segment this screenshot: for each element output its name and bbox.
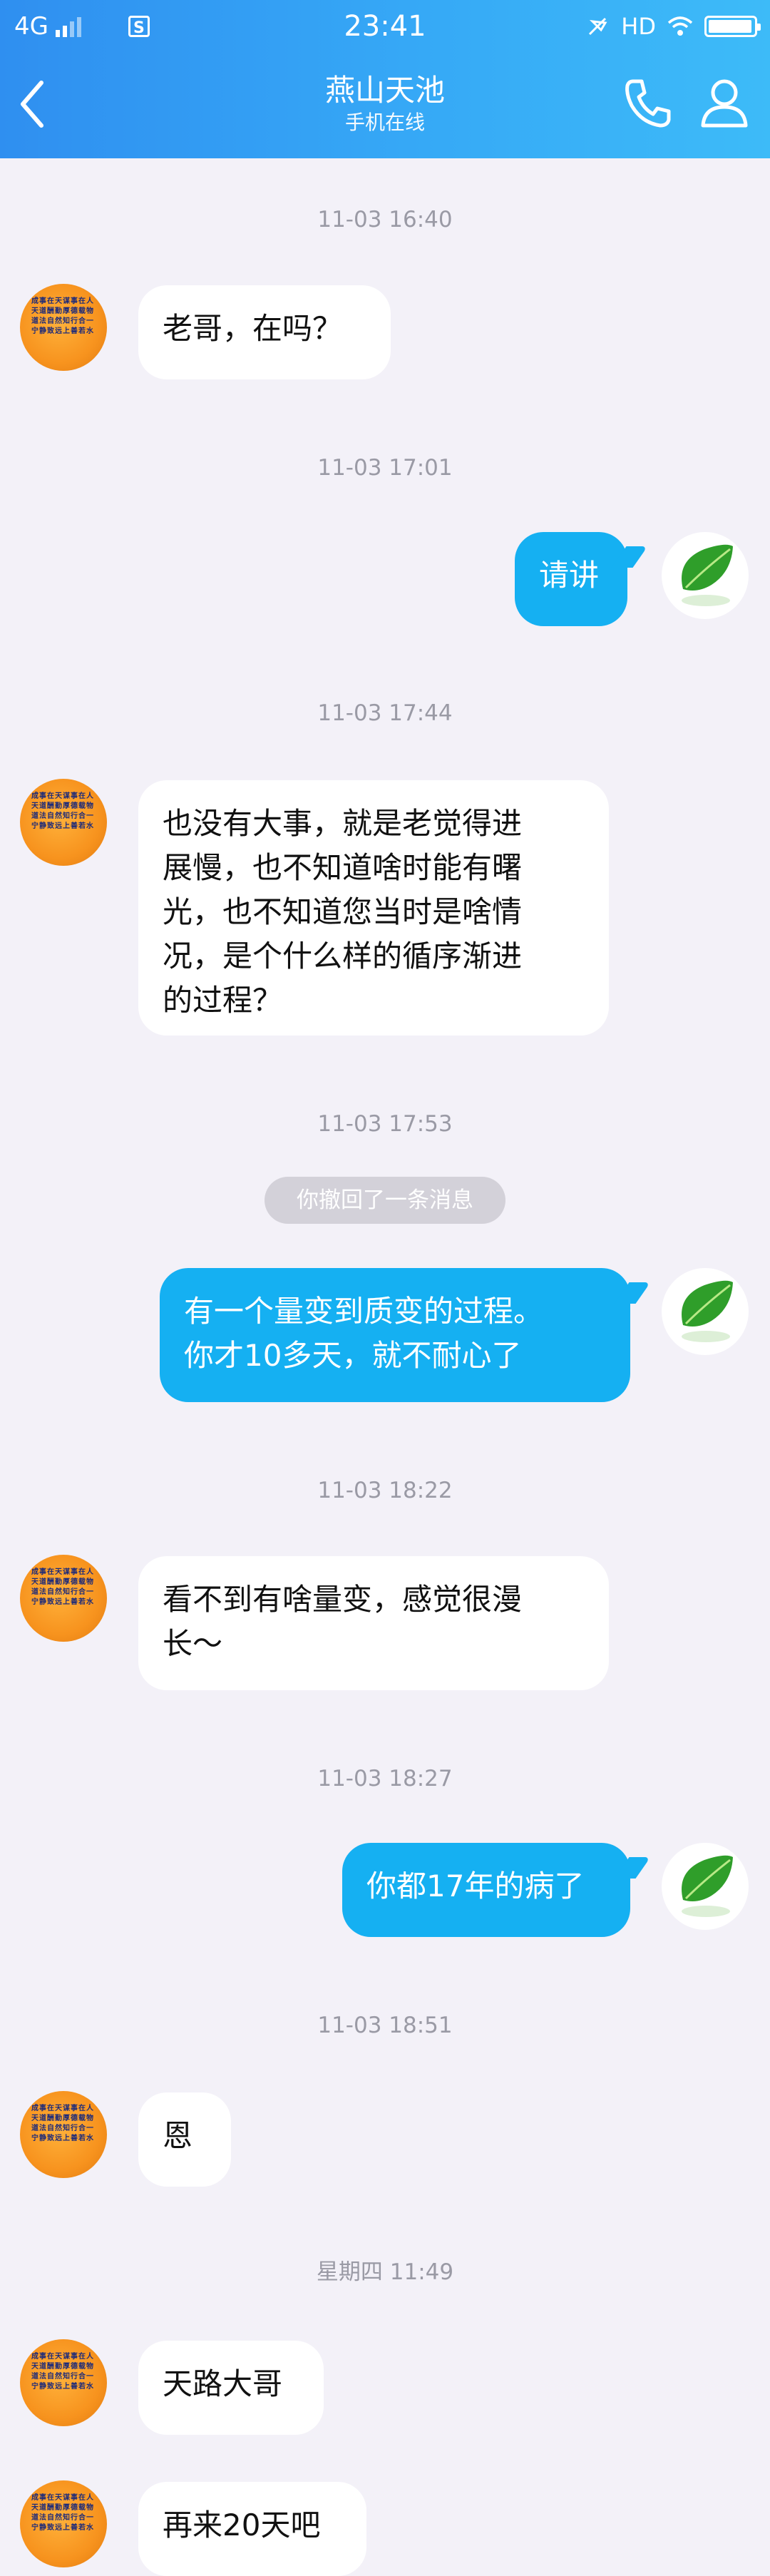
person-icon[interactable] (697, 74, 751, 131)
message-line: 你才10多天，就不耐心了 (184, 1338, 522, 1373)
leaf-icon (682, 1855, 733, 1917)
message-line: 展慢，也不知道啥时能有曙 (163, 850, 523, 885)
message-text: 恩 (163, 2118, 193, 2153)
silent-icon (589, 17, 607, 36)
message-bubble-incoming[interactable]: 再来20天吧 (138, 2482, 366, 2576)
message-bubble-outgoing[interactable]: 你都17年的病了 (342, 1843, 630, 1937)
recall-notice: 你撤回了一条消息 (265, 1177, 505, 1224)
message-line: 看不到有啥量变，感觉很漫 (163, 1582, 523, 1617)
hd-label: HD (621, 13, 656, 40)
message-line: 况，是个什么样的循序渐进 (163, 939, 523, 973)
chat-header: 4G S 23:41 HD 燕山天池 手机在线 (0, 0, 770, 158)
message-text: 老哥，在吗？ (163, 311, 343, 346)
status-bar: 4G S 23:41 HD (0, 0, 770, 53)
leaf-icon (682, 544, 733, 606)
message-text: 天路大哥 (163, 2366, 283, 2401)
message-timestamp: 11-03 17:53 (317, 1111, 453, 1137)
message-text: 你都17年的病了 (366, 1869, 585, 1903)
message-bubble-incoming[interactable]: 老哥，在吗？ (138, 285, 391, 379)
message-bubble-incoming[interactable]: 天路大哥 (138, 2341, 324, 2435)
contact-avatar[interactable]: 成事在天谋事在人天道酬勤厚德载物道法自然知行合一宁静致远上善若水 (20, 2339, 107, 2426)
message-timestamp: 星期四 11:49 (316, 2259, 454, 2285)
wifi-icon (667, 16, 693, 36)
message-bubble-incoming[interactable]: 看不到有啥量变，感觉很漫 长～ (138, 1556, 609, 1690)
message-line: 也没有大事，就是老觉得进 (163, 806, 523, 841)
message-timestamp: 11-03 18:27 (317, 1766, 453, 1792)
leaf-icon (682, 1280, 733, 1342)
message-line: 的过程？ (163, 983, 283, 1018)
message-timestamp: 11-03 18:22 (317, 1478, 453, 1503)
message-timestamp: 11-03 17:44 (317, 700, 453, 726)
message-bubble-outgoing[interactable]: 有一个量变到质变的过程。 你才10多天，就不耐心了 (160, 1268, 630, 1402)
message-timestamp: 11-03 16:40 (317, 207, 453, 232)
contact-avatar[interactable]: 成事在天谋事在人天道酬勤厚德载物道法自然知行合一宁静致远上善若水 (20, 2091, 107, 2178)
message-line: 长～ (163, 1626, 223, 1661)
message-bubble-outgoing[interactable]: 请讲 (515, 532, 627, 626)
phone-icon[interactable] (620, 74, 674, 131)
contact-avatar[interactable]: 成事在天谋事在人天道酬勤厚德载物道法自然知行合一宁静致远上善若水 (20, 1555, 107, 1642)
message-bubble-incoming[interactable]: 恩 (138, 2092, 231, 2187)
battery-icon (704, 16, 761, 37)
message-line: 有一个量变到质变的过程。 (184, 1294, 544, 1329)
message-timestamp: 11-03 17:01 (317, 455, 453, 481)
contact-avatar[interactable]: 成事在天谋事在人天道酬勤厚德载物道法自然知行合一宁静致远上善若水 (20, 284, 107, 371)
message-text: 请讲 (539, 558, 600, 593)
contact-avatar[interactable]: 成事在天谋事在人天道酬勤厚德载物道法自然知行合一宁静致远上善若水 (20, 779, 107, 866)
my-avatar[interactable] (662, 532, 749, 619)
contact-avatar[interactable]: 成事在天谋事在人天道酬勤厚德载物道法自然知行合一宁静致远上善若水 (20, 2480, 107, 2567)
my-avatar[interactable] (662, 1268, 749, 1355)
message-line: 光，也不知道您当时是啥情 (163, 894, 523, 929)
message-bubble-incoming[interactable]: 也没有大事，就是老觉得进 展慢，也不知道啥时能有曙 光，也不知道您当时是啥情 况… (138, 780, 609, 1036)
my-avatar[interactable] (662, 1843, 749, 1930)
message-timestamp: 11-03 18:51 (317, 2013, 453, 2038)
